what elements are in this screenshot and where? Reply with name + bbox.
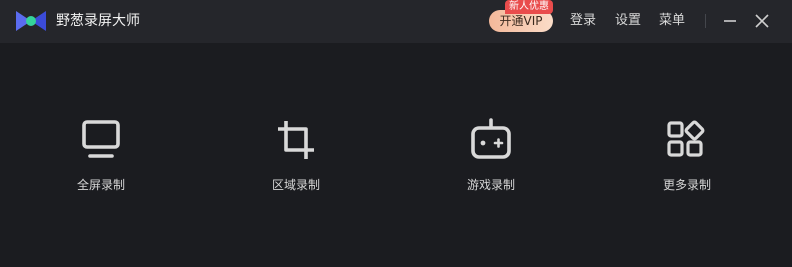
gamepad-icon: [471, 118, 511, 159]
more-record-button[interactable]: 更多录制: [627, 118, 747, 202]
settings-link[interactable]: 设置: [615, 11, 641, 31]
menu-link[interactable]: 菜单: [659, 11, 685, 31]
mode-label: 全屏录制: [76, 178, 125, 192]
mode-label: 区域录制: [271, 178, 320, 192]
close-icon[interactable]: [753, 12, 771, 30]
crop-icon: [278, 121, 314, 159]
app-logo-icon: [16, 11, 46, 31]
region-record-button[interactable]: 区域录制: [236, 118, 356, 202]
title-bar: 野葱录屏大师 开通VIP 新人优惠 登录 设置 菜单: [0, 0, 792, 43]
game-record-button[interactable]: 游戏录制: [431, 118, 551, 202]
monitor-icon: [82, 120, 120, 158]
mode-label: 更多录制: [662, 178, 711, 192]
apps-grid-icon: [667, 120, 705, 157]
new-user-discount-badge: 新人优惠: [505, 0, 553, 14]
fullscreen-record-button[interactable]: 全屏录制: [41, 118, 161, 202]
login-link[interactable]: 登录: [570, 11, 596, 31]
minimize-icon[interactable]: [721, 12, 739, 30]
header-divider: [705, 14, 706, 28]
app-title: 野葱录屏大师: [56, 13, 140, 29]
mode-label: 游戏录制: [466, 178, 515, 192]
